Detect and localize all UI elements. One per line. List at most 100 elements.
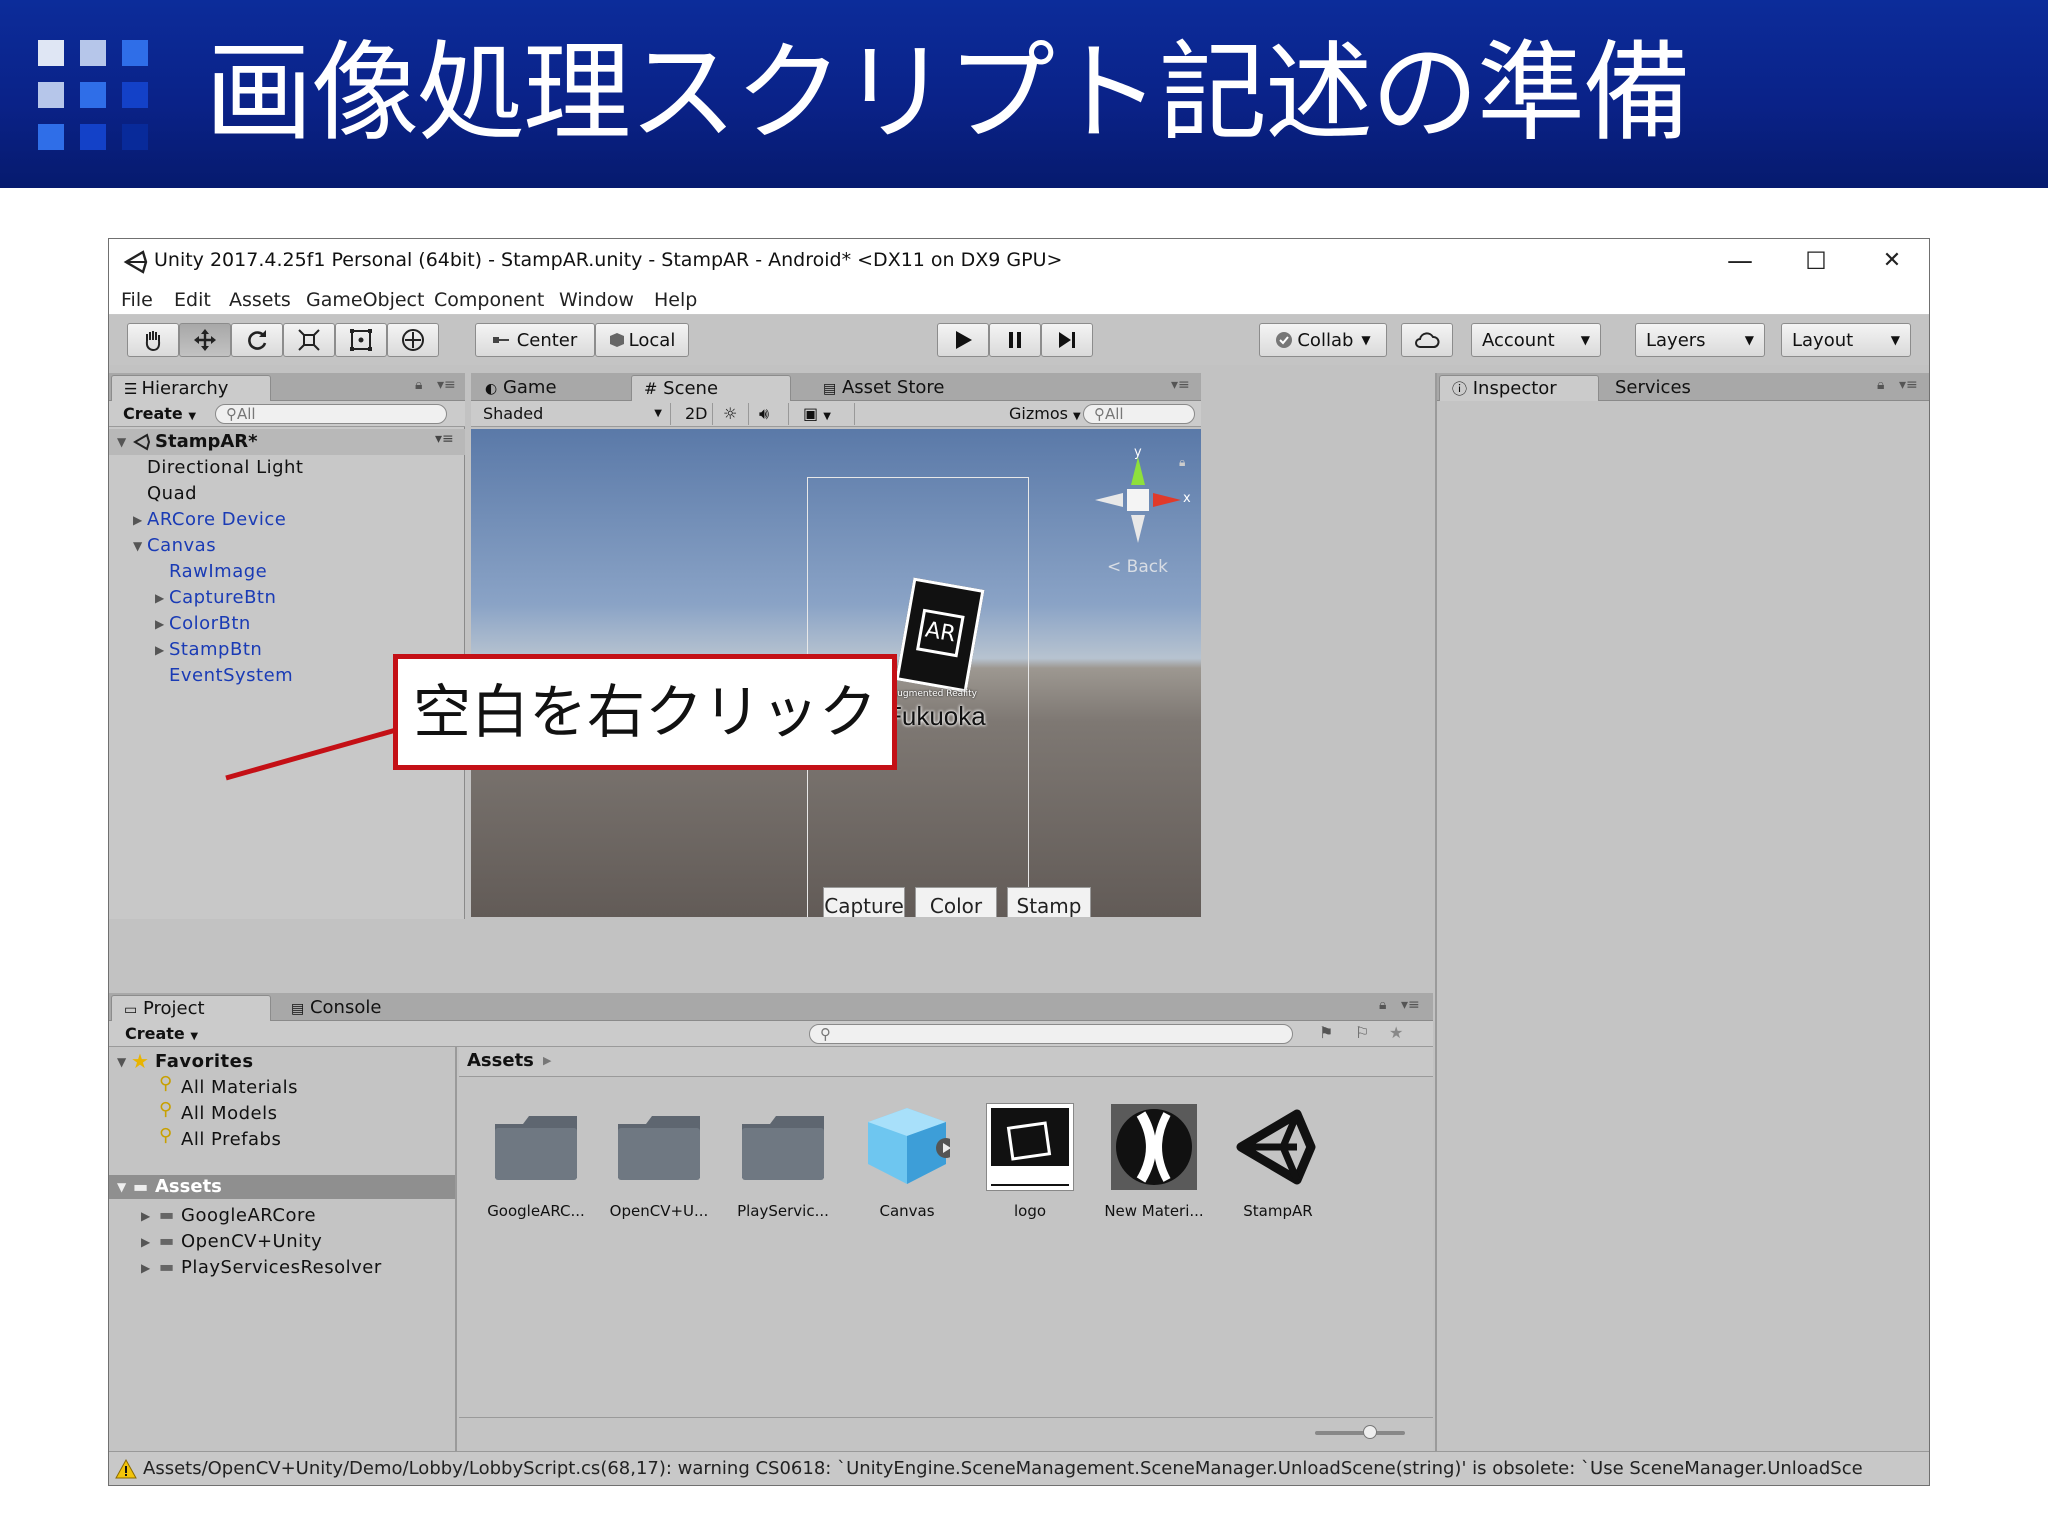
- close-button[interactable]: ✕: [1857, 241, 1927, 281]
- rect-tool-button[interactable]: [335, 323, 387, 357]
- layout-dropdown[interactable]: Layout ▼: [1781, 323, 1911, 357]
- capture-button[interactable]: Capture: [823, 887, 905, 917]
- scene-menu-icon[interactable]: ▾≡: [435, 431, 454, 447]
- tab-project[interactable]: ▭ Project: [111, 995, 271, 1021]
- slider-thumb[interactable]: [1363, 1425, 1377, 1439]
- tab-asset-store[interactable]: ▤ Asset Store: [811, 375, 1001, 401]
- tab-inspector[interactable]: ⓘ Inspector: [1439, 375, 1599, 401]
- asset-new-material[interactable]: New Materi...: [1101, 1104, 1207, 1234]
- favorites-header[interactable]: Favorites: [155, 1051, 254, 1072]
- expand-triangle-icon[interactable]: ▼: [117, 1055, 126, 1069]
- hierarchy-search-input[interactable]: ⚲All: [215, 404, 447, 424]
- hierarchy-item-quad[interactable]: Quad: [147, 483, 197, 504]
- menu-assets[interactable]: Assets: [229, 289, 291, 311]
- asset-stampar-scene[interactable]: StampAR: [1225, 1104, 1331, 1234]
- gizmo-lock-icon[interactable]: 🔒︎: [1179, 455, 1185, 470]
- color-button[interactable]: Color: [915, 887, 997, 917]
- hierarchy-item-arcore-device[interactable]: ARCore Device: [147, 509, 286, 530]
- expand-triangle-icon[interactable]: ▶: [141, 1261, 150, 1275]
- expand-triangle-icon[interactable]: ▼: [117, 435, 126, 449]
- favorite-all-materials[interactable]: All Materials: [181, 1077, 298, 1098]
- thumbnail-size-slider[interactable]: [1315, 1425, 1405, 1439]
- expand-triangle-icon[interactable]: ▶: [155, 643, 164, 657]
- asset-folder-opencv-unity[interactable]: OpenCV+Unity: [181, 1231, 322, 1252]
- move-tool-button[interactable]: [179, 323, 231, 357]
- hand-tool-button[interactable]: [127, 323, 179, 357]
- hierarchy-item-eventsystem[interactable]: EventSystem: [169, 665, 293, 686]
- collab-button[interactable]: Collab ▼: [1259, 323, 1387, 357]
- scene-search-input[interactable]: ⚲All: [1083, 404, 1195, 424]
- lock-icon[interactable]: 🔒︎: [1877, 377, 1884, 393]
- hierarchy-item-canvas[interactable]: Canvas: [147, 535, 216, 556]
- tab-scene[interactable]: # Scene: [631, 375, 791, 401]
- pivot-local-button[interactable]: Local: [595, 323, 689, 357]
- stamp-button[interactable]: Stamp: [1007, 887, 1091, 917]
- panel-menu-icon[interactable]: ▾≡: [437, 377, 456, 393]
- orientation-gizmo[interactable]: y x 🔒︎ < Back: [1083, 445, 1193, 585]
- tab-hierarchy[interactable]: ☰ Hierarchy: [111, 375, 271, 401]
- menu-help[interactable]: Help: [654, 289, 697, 311]
- lock-icon[interactable]: 🔒︎: [415, 377, 422, 393]
- status-bar[interactable]: Assets/OpenCV+Unity/Demo/Lobby/LobbyScri…: [109, 1451, 1929, 1485]
- project-search-input[interactable]: ⚲: [809, 1024, 1293, 1044]
- panel-menu-icon[interactable]: ▾≡: [1899, 377, 1918, 393]
- menu-gameobject[interactable]: GameObject: [306, 289, 424, 311]
- asset-folder-googlearcore[interactable]: GoogleARCore: [181, 1205, 316, 1226]
- audio-toggle[interactable]: 🔊︎: [751, 403, 789, 425]
- project-create-dropdown[interactable]: Create ▼: [117, 1023, 198, 1045]
- expand-triangle-icon[interactable]: ▼: [117, 1180, 126, 1194]
- hierarchy-item-colorbtn[interactable]: ColorBtn: [169, 613, 251, 634]
- hierarchy-item-stampbtn[interactable]: StampBtn: [169, 639, 262, 660]
- play-button[interactable]: [937, 323, 989, 357]
- hierarchy-item-capturebtn[interactable]: CaptureBtn: [169, 587, 276, 608]
- assets-root-row[interactable]: ▼ ▬ Assets: [109, 1175, 455, 1199]
- expand-triangle-icon[interactable]: ▼: [133, 539, 142, 553]
- panel-menu-icon[interactable]: ▾≡: [1171, 377, 1190, 393]
- asset-folder-playservicesresolver[interactable]: PlayServicesResolver: [181, 1257, 382, 1278]
- star-icon[interactable]: ★: [1389, 1023, 1403, 1042]
- cloud-button[interactable]: [1401, 323, 1453, 357]
- filter-label-icon[interactable]: ⚐: [1355, 1023, 1369, 1042]
- hierarchy-create-dropdown[interactable]: Create ▼: [115, 403, 196, 425]
- breadcrumb-assets[interactable]: Assets: [467, 1050, 534, 1071]
- expand-triangle-icon[interactable]: ▶: [141, 1235, 150, 1249]
- expand-triangle-icon[interactable]: ▶: [141, 1209, 150, 1223]
- favorite-all-prefabs[interactable]: All Prefabs: [181, 1129, 281, 1150]
- favorite-all-models[interactable]: All Models: [181, 1103, 277, 1124]
- tab-services[interactable]: Services: [1603, 375, 1743, 401]
- maximize-button[interactable]: ☐: [1781, 241, 1851, 281]
- step-button[interactable]: [1041, 323, 1093, 357]
- menu-edit[interactable]: Edit: [174, 289, 211, 311]
- mode-2d-toggle[interactable]: 2D: [677, 403, 713, 425]
- rotate-tool-button[interactable]: [231, 323, 283, 357]
- minimize-button[interactable]: —: [1705, 241, 1775, 281]
- menu-window[interactable]: Window: [559, 289, 634, 311]
- gizmos-dropdown[interactable]: Gizmos ▼: [1001, 403, 1081, 425]
- asset-googlearcore[interactable]: GoogleARC...: [483, 1104, 589, 1234]
- menu-component[interactable]: Component: [434, 289, 544, 311]
- pivot-center-button[interactable]: Center: [475, 323, 595, 357]
- filter-type-icon[interactable]: ⚑: [1319, 1023, 1333, 1042]
- hierarchy-item-directional-light[interactable]: Directional Light: [147, 457, 304, 478]
- tab-game[interactable]: ◐ Game: [473, 375, 613, 401]
- layers-dropdown[interactable]: Layers ▼: [1635, 323, 1765, 357]
- hierarchy-scene-row[interactable]: ▼ StampAR* ▾≡: [109, 429, 465, 455]
- tab-console[interactable]: ▤ Console: [279, 995, 429, 1021]
- pause-button[interactable]: [989, 323, 1041, 357]
- expand-triangle-icon[interactable]: ▶: [133, 513, 142, 527]
- transform-tool-button[interactable]: [387, 323, 439, 357]
- asset-opencv-unity[interactable]: OpenCV+U...: [606, 1104, 712, 1234]
- menu-file[interactable]: File: [121, 289, 153, 311]
- hierarchy-item-rawimage[interactable]: RawImage: [169, 561, 267, 582]
- panel-menu-icon[interactable]: ▾≡: [1401, 997, 1420, 1013]
- asset-playservices[interactable]: PlayServic...: [730, 1104, 836, 1234]
- asset-logo-texture[interactable]: logo: [977, 1103, 1083, 1234]
- lighting-toggle[interactable]: ☼: [715, 403, 749, 425]
- asset-canvas-prefab[interactable]: Canvas: [854, 1104, 960, 1234]
- lock-icon[interactable]: 🔒︎: [1379, 997, 1386, 1013]
- effects-dropdown[interactable]: ▣ ▼: [795, 403, 855, 425]
- expand-triangle-icon[interactable]: ▶: [155, 591, 164, 605]
- expand-triangle-icon[interactable]: ▶: [155, 617, 164, 631]
- shading-dropdown[interactable]: Shaded ▼: [475, 403, 671, 425]
- account-dropdown[interactable]: Account ▼: [1471, 323, 1601, 357]
